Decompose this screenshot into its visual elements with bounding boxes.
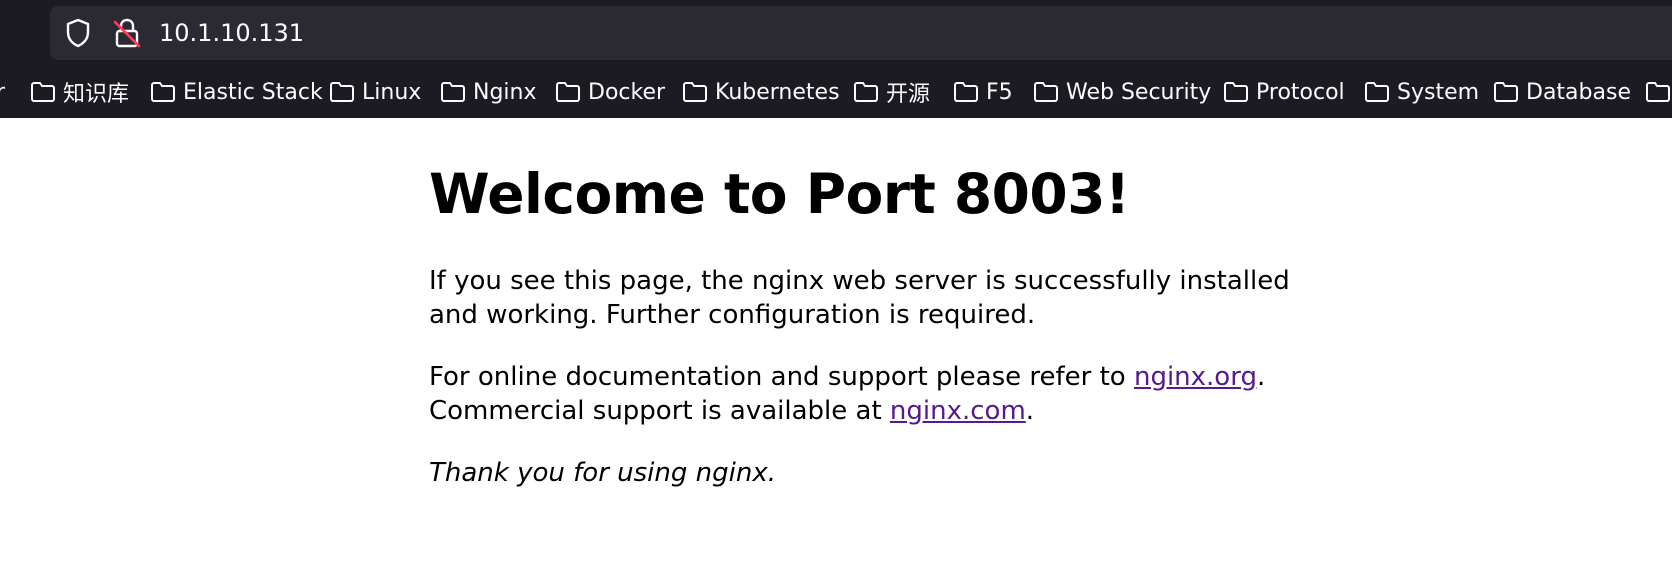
commercial-text: Commercial support is available at <box>429 396 890 426</box>
folder-icon <box>31 82 55 102</box>
bookmark-label: Database <box>1526 79 1631 105</box>
folder-icon <box>854 82 878 102</box>
bookmark-folder[interactable]: System <box>1364 72 1479 112</box>
docs-period: . <box>1256 362 1266 392</box>
bookmark-label: r <box>0 79 6 105</box>
address-bar[interactable]: 10.1.10.131 <box>50 6 1672 60</box>
thanks-text: Thank you for using nginx. <box>429 458 776 488</box>
folder-icon <box>1224 82 1248 102</box>
bookmark-folder[interactable]: Nginx <box>440 72 537 112</box>
page-content: Welcome to Port 8003! If you see this pa… <box>429 118 1329 490</box>
folder-icon <box>1034 82 1058 102</box>
bookmark-folder[interactable]: 知识库 <box>30 72 129 112</box>
folder-icon <box>1646 82 1670 102</box>
bookmark-folder[interactable]: Kubernetes <box>682 72 840 112</box>
bookmark-folder[interactable]: 开源 <box>853 72 930 112</box>
folder-icon <box>330 82 354 102</box>
folder-icon <box>683 82 707 102</box>
folder-icon <box>954 82 978 102</box>
bookmark-label: System <box>1397 79 1480 105</box>
bookmarks-toolbar: r 知识库 Elastic Stack Linux Nginx Docker K… <box>0 72 1672 112</box>
bookmark-folder[interactable]: Protocol <box>1223 72 1345 112</box>
docs-paragraph: For online documentation and support ple… <box>429 360 1329 428</box>
bookmark-label: Web Security <box>1066 79 1212 105</box>
commercial-period: . <box>1025 396 1035 426</box>
nginx-com-link[interactable]: nginx.com <box>890 396 1026 426</box>
browser-toolbar: 10.1.10.131 r 知识库 Elastic Stack Linux Ng… <box>0 0 1672 118</box>
folder-icon <box>1365 82 1389 102</box>
bookmark-folder[interactable]: Docker <box>555 72 665 112</box>
bookmark-label: Docker <box>588 79 666 105</box>
bookmark-folder[interactable]: Linux <box>329 72 421 112</box>
bookmark-folder[interactable] <box>1645 72 1672 112</box>
bookmark-label: F5 <box>986 79 1013 105</box>
folder-icon <box>556 82 580 102</box>
bookmark-label: 开源 <box>886 82 931 107</box>
insecure-lock-icon[interactable] <box>112 18 142 48</box>
bookmark-folder[interactable]: Elastic Stack <box>150 72 323 112</box>
folder-icon <box>441 82 465 102</box>
bookmark-folder[interactable]: F5 <box>953 72 1013 112</box>
folder-icon <box>1494 82 1518 102</box>
bookmark-folder[interactable]: Database <box>1493 72 1631 112</box>
url-text[interactable]: 10.1.10.131 <box>159 18 304 48</box>
nginx-org-link[interactable]: nginx.org <box>1134 362 1257 392</box>
folder-icon <box>151 82 175 102</box>
docs-text: For online documentation and support ple… <box>429 362 1134 392</box>
bookmark-label: 知识库 <box>63 82 130 107</box>
bookmark-label: Kubernetes <box>715 79 840 105</box>
bookmark-label: Nginx <box>473 79 537 105</box>
bookmark-label: Elastic Stack <box>183 79 323 105</box>
bookmark-folder[interactable]: r <box>0 72 5 112</box>
page-title: Welcome to Port 8003! <box>429 162 1130 226</box>
bookmark-label: Protocol <box>1256 79 1345 105</box>
bookmark-label: Linux <box>362 79 422 105</box>
shield-icon[interactable] <box>63 18 93 48</box>
bookmark-folder[interactable]: Web Security <box>1033 72 1211 112</box>
intro-paragraph: If you see this page, the nginx web serv… <box>429 266 1290 330</box>
